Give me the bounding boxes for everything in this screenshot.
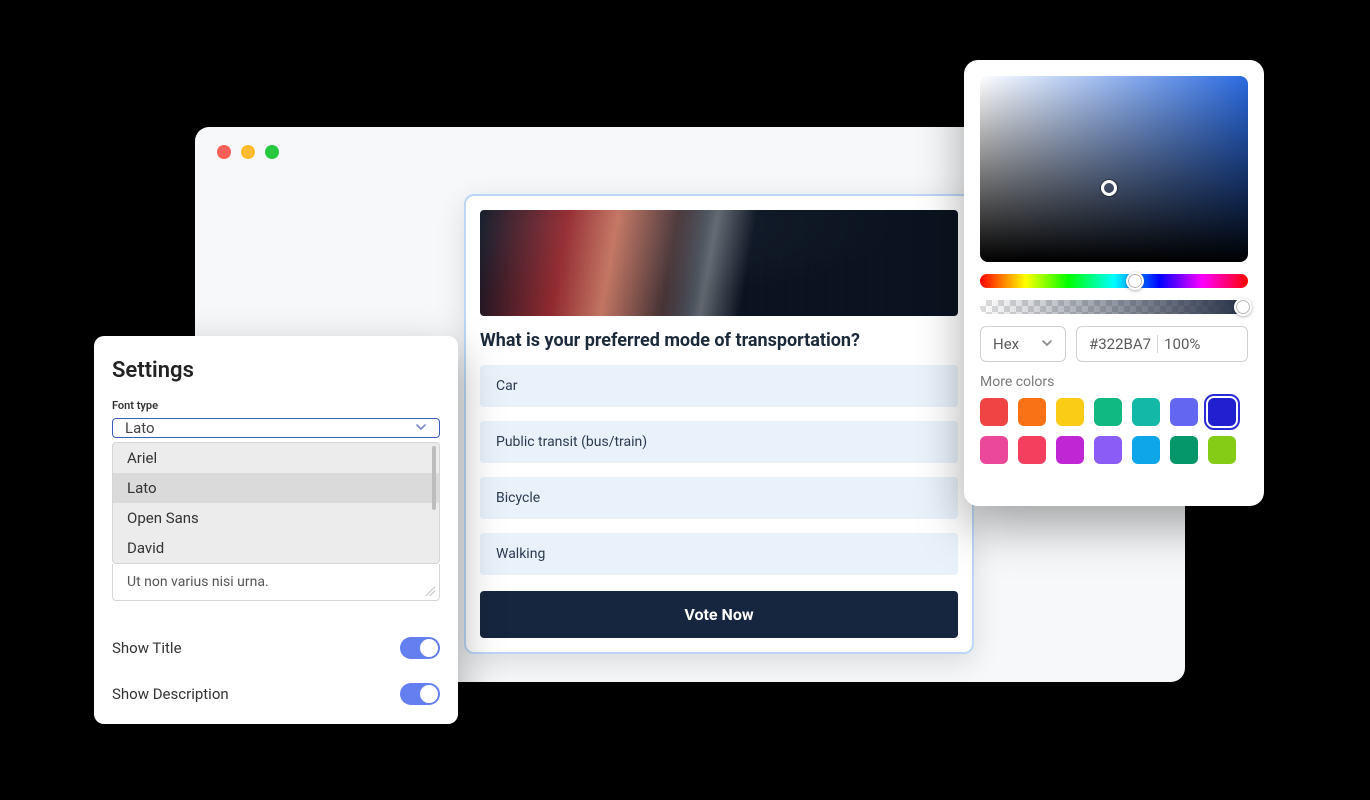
color-swatch[interactable]: [980, 436, 1008, 464]
window-traffic-lights: [217, 145, 279, 159]
value-separator: [1157, 335, 1158, 353]
saturation-value-box[interactable]: [980, 76, 1248, 262]
color-picker-panel: Hex #322BA7 100% More colors: [964, 60, 1264, 506]
settings-panel: Settings Font type Lato Ariel Lato Open …: [94, 336, 458, 724]
color-swatch[interactable]: [1018, 398, 1046, 426]
font-type-dropdown: Ariel Lato Open Sans David: [112, 442, 440, 564]
color-swatch[interactable]: [1208, 398, 1236, 426]
color-swatch[interactable]: [1208, 436, 1236, 464]
toggle-label: Show Title: [112, 639, 182, 657]
settings-title: Settings: [112, 358, 440, 383]
poll-option[interactable]: Public transit (bus/train): [480, 421, 958, 463]
alpha-cursor[interactable]: [1234, 298, 1252, 316]
vote-now-button[interactable]: Vote Now: [480, 591, 958, 638]
font-type-select[interactable]: Lato: [112, 418, 440, 438]
dropdown-scrollbar[interactable]: [432, 446, 436, 510]
hex-value: #322BA7: [1089, 335, 1151, 353]
poll-card: What is your preferred mode of transport…: [464, 194, 974, 654]
font-type-label: Font type: [112, 399, 440, 412]
toggle-label: Show Description: [112, 685, 229, 703]
font-type-value: Lato: [125, 419, 155, 437]
color-swatch[interactable]: [980, 398, 1008, 426]
font-option[interactable]: David: [113, 533, 439, 563]
color-swatch[interactable]: [1132, 398, 1160, 426]
poll-question: What is your preferred mode of transport…: [480, 330, 958, 351]
color-swatch[interactable]: [1094, 436, 1122, 464]
sample-text-value: Ut non varius nisi urna.: [127, 574, 269, 590]
hue-slider[interactable]: [980, 274, 1248, 288]
maximize-window-dot[interactable]: [265, 145, 279, 159]
poll-option[interactable]: Bicycle: [480, 477, 958, 519]
toggle-row-show-title: Show Title: [112, 625, 440, 671]
alpha-slider[interactable]: [980, 300, 1248, 314]
toggle-row-show-description: Show Description: [112, 671, 440, 717]
color-mode-select[interactable]: Hex: [980, 326, 1066, 362]
sample-text-area[interactable]: Ut non varius nisi urna.: [112, 564, 440, 601]
chevron-down-icon: [415, 419, 427, 437]
color-swatches: [980, 398, 1248, 464]
close-window-dot[interactable]: [217, 145, 231, 159]
color-value-input[interactable]: #322BA7 100%: [1076, 326, 1248, 362]
more-colors-label: More colors: [980, 374, 1248, 390]
poll-hero-image: [480, 210, 958, 316]
color-swatch[interactable]: [1170, 398, 1198, 426]
chevron-down-icon: [1041, 335, 1053, 353]
show-title-toggle[interactable]: [400, 637, 440, 659]
poll-option[interactable]: Walking: [480, 533, 958, 575]
show-description-toggle[interactable]: [400, 683, 440, 705]
minimize-window-dot[interactable]: [241, 145, 255, 159]
color-mode-value: Hex: [993, 335, 1019, 353]
sv-cursor[interactable]: [1101, 180, 1117, 196]
color-swatch[interactable]: [1094, 398, 1122, 426]
color-swatch[interactable]: [1170, 436, 1198, 464]
font-option[interactable]: Lato: [113, 473, 439, 503]
color-swatch[interactable]: [1018, 436, 1046, 464]
font-option[interactable]: Ariel: [113, 443, 439, 473]
hue-cursor[interactable]: [1126, 272, 1144, 290]
poll-option[interactable]: Car: [480, 365, 958, 407]
picker-value-row: Hex #322BA7 100%: [980, 326, 1248, 362]
alpha-value: 100%: [1164, 335, 1200, 353]
textarea-resize-handle[interactable]: [425, 586, 435, 596]
color-swatch[interactable]: [1056, 398, 1084, 426]
font-option[interactable]: Open Sans: [113, 503, 439, 533]
color-swatch[interactable]: [1132, 436, 1160, 464]
color-swatch[interactable]: [1056, 436, 1084, 464]
